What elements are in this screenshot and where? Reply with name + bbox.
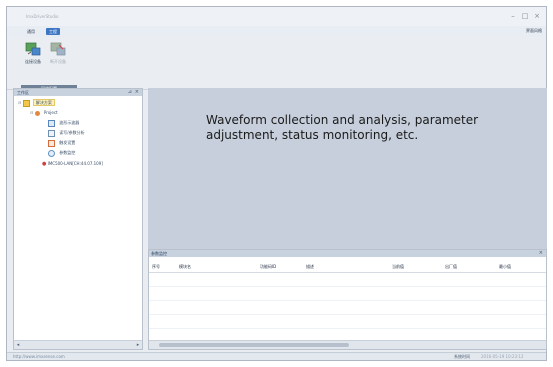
column-header[interactable]: 序号 (152, 264, 160, 270)
tree-item-label: 读写/参数分析 (59, 130, 85, 135)
table-row (149, 300, 546, 301)
status-bar: http://www.imxsense.com 系统时间 2016-05-19 … (7, 352, 546, 360)
collapse-icon[interactable]: ⊟ (18, 100, 21, 105)
close-panel-icon[interactable]: × (135, 89, 139, 95)
monitor-panel-title: 参数监控 (151, 251, 167, 256)
tree-item-device[interactable]: ● IMC500-LAN[CH:44.07.109] (42, 160, 103, 167)
scroll-left-icon[interactable]: ◂ (14, 341, 22, 349)
tree-item-label: 触发设置 (59, 140, 76, 145)
table-row (149, 328, 546, 329)
parameter-monitor-icon (48, 149, 55, 157)
connect-device-button[interactable]: 连接设备 (21, 41, 45, 71)
status-time-label: 系统时间 (454, 354, 470, 359)
status-time: 2016-05-19 10:23:12 (481, 354, 524, 359)
column-header[interactable]: 最小值 (499, 264, 511, 270)
workspace-panel: 工作区 ⊿ × ⊟ 解决方案 ⊟ Project 波形示波器 读写/参数分析 触… (13, 88, 143, 350)
table-row (149, 286, 546, 287)
scroll-right-icon[interactable]: ▸ (134, 341, 142, 349)
trigger-settings-icon (48, 139, 55, 147)
oscilloscope-icon (48, 119, 55, 127)
tree-item-label: 波形示波器 (59, 120, 80, 125)
column-header[interactable]: 出厂值 (445, 264, 457, 270)
window-title: ImxDriverStudio (26, 14, 59, 19)
pin-icon[interactable]: ⊿ (128, 89, 132, 95)
collapse-icon[interactable]: ⊟ (30, 110, 33, 115)
tree-item-read-write[interactable]: 读写/参数分析 (48, 129, 85, 137)
table-header: 序号 模块名 功能码ID 描述 当前值 出厂值 最小值 (149, 261, 546, 273)
column-header[interactable]: 功能码ID (260, 264, 276, 270)
disconnect-device-button[interactable]: 断开设备 (46, 41, 70, 71)
disconnect-device-icon (50, 42, 66, 56)
connect-device-icon (25, 42, 41, 56)
tree-root[interactable]: ⊟ 解决方案 (18, 99, 55, 107)
tree-project-label: Project (43, 110, 58, 115)
disconnect-device-label: 断开设备 (50, 59, 66, 64)
tree-project[interactable]: ⊟ Project (30, 109, 58, 116)
tree-item-trigger[interactable]: 触发设置 (48, 139, 76, 147)
status-url[interactable]: http://www.imxsense.com (13, 354, 65, 359)
workspace-title: 工作区 (17, 90, 29, 95)
tree-item-monitor[interactable]: 参数监控 (48, 149, 76, 157)
connect-device-label: 连接设备 (25, 59, 41, 64)
column-header[interactable]: 模块名 (179, 264, 191, 270)
column-header[interactable]: 描述 (306, 264, 314, 270)
feature-banner: Waveform collection and analysis, parame… (206, 113, 479, 142)
scroll-thumb[interactable] (159, 343, 349, 347)
monitor-panel-header: 参数监控 × (149, 250, 546, 257)
workspace-panel-header: 工作区 ⊿ × (14, 89, 142, 96)
monitor-hscrollbar[interactable] (149, 340, 546, 349)
document-area: Waveform collection and analysis, parame… (148, 88, 547, 249)
close-panel-icon[interactable]: × (539, 250, 543, 256)
menu-ui-style[interactable]: 界面风格 (526, 28, 542, 34)
tree-root-label: 解决方案 (32, 99, 55, 106)
title-bar: ImxDriverStudio – □ × (7, 7, 546, 26)
menu-project[interactable]: 工程 (46, 28, 60, 35)
minimize-icon[interactable]: – (508, 11, 518, 21)
tree-item-oscilloscope[interactable]: 波形示波器 (48, 119, 80, 127)
project-icon (34, 110, 40, 116)
parameter-monitor-panel: 参数监控 × 序号 模块名 功能码ID 描述 当前值 出厂值 最小值 (148, 249, 547, 350)
ribbon: 连接设备 断开设备 网络配置 (7, 37, 546, 92)
close-icon[interactable]: × (532, 11, 542, 21)
maximize-icon[interactable]: □ (520, 11, 530, 21)
column-header[interactable]: 当前值 (392, 264, 404, 270)
workspace-hscrollbar[interactable]: ◂ ▸ (14, 340, 142, 349)
menu-bar: 通用 工程 界面风格 (7, 26, 546, 37)
read-write-icon (48, 129, 55, 137)
menu-general[interactable]: 通用 (24, 28, 38, 35)
table-row (149, 314, 546, 315)
device-icon: ● (42, 161, 47, 167)
tree-device-label: IMC500-LAN[CH:44.07.109] (47, 161, 103, 166)
tree-item-label: 参数监控 (59, 150, 76, 155)
solution-icon (22, 99, 30, 107)
